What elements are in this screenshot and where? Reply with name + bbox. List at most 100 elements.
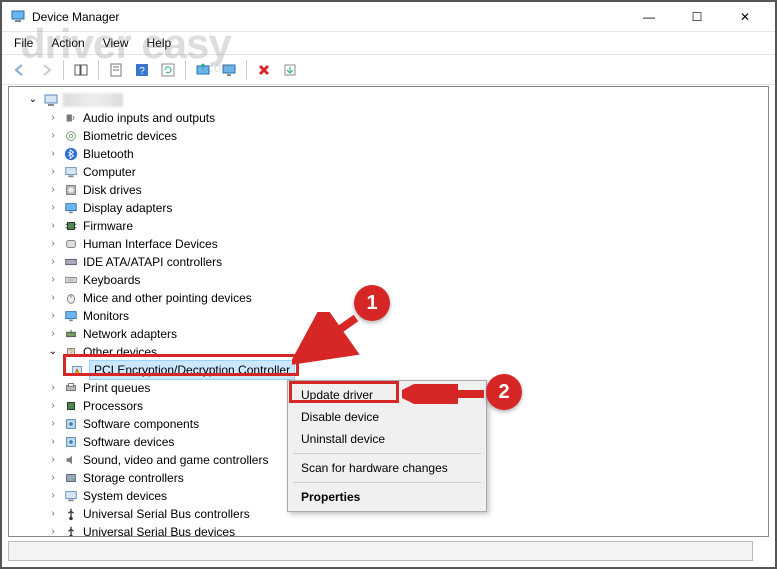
chevron-right-icon[interactable]: › xyxy=(47,454,59,466)
minimize-button[interactable]: — xyxy=(631,5,667,29)
tree-category-label: Storage controllers xyxy=(83,469,184,487)
menu-file[interactable]: File xyxy=(6,34,41,52)
tree-category[interactable]: ›Disk drives xyxy=(13,181,768,199)
context-menu-separator xyxy=(293,482,481,483)
other-icon: ? xyxy=(63,344,79,360)
computer-name-redacted xyxy=(63,93,123,107)
chevron-right-icon[interactable]: › xyxy=(47,418,59,430)
chevron-right-icon[interactable]: › xyxy=(47,328,59,340)
software-icon xyxy=(63,416,79,432)
tree-category[interactable]: › Mice and other pointing devices xyxy=(13,289,768,307)
chevron-right-icon[interactable]: › xyxy=(47,472,59,484)
tree-category[interactable]: ›IDE ATA/ATAPI controllers xyxy=(13,253,768,271)
tree-category-label: Print queues xyxy=(83,379,150,397)
mouse-icon xyxy=(63,290,79,306)
chevron-right-icon[interactable]: › xyxy=(47,436,59,448)
tree-category-label: Software components xyxy=(83,415,199,433)
chevron-right-icon[interactable]: › xyxy=(47,526,59,537)
tree-category-label: Other devices xyxy=(83,343,157,361)
title-bar: Device Manager — ☐ ✕ xyxy=(2,2,775,32)
forward-icon[interactable] xyxy=(34,59,58,81)
tree-category[interactable]: › Display adapters xyxy=(13,199,768,217)
svg-text:?: ? xyxy=(69,350,73,357)
chevron-right-icon[interactable]: › xyxy=(47,274,59,286)
tree-category[interactable]: › Firmware xyxy=(13,217,768,235)
computer-icon xyxy=(43,92,59,108)
processor-icon xyxy=(63,398,79,414)
chevron-right-icon[interactable]: › xyxy=(47,238,59,250)
tree-category-label: System devices xyxy=(83,487,167,505)
toolbar-separator xyxy=(63,60,64,80)
fingerprint-icon xyxy=(63,128,79,144)
chevron-right-icon[interactable]: › xyxy=(47,184,59,196)
tree-category-label: Firmware xyxy=(83,217,133,235)
tree-category-label: Biometric devices xyxy=(83,127,177,145)
tree-category-label: Sound, video and game controllers xyxy=(83,451,268,469)
uninstall-icon[interactable] xyxy=(252,59,276,81)
tree-category[interactable]: › Biometric devices xyxy=(13,127,768,145)
close-button[interactable]: ✕ xyxy=(727,5,763,29)
tree-category[interactable]: › Bluetooth xyxy=(13,145,768,163)
tree-root[interactable]: ⌄ xyxy=(13,91,768,109)
tree-category[interactable]: ⌄? Other devices xyxy=(13,343,768,361)
chevron-right-icon[interactable]: › xyxy=(47,130,59,142)
context-menu-item[interactable]: Disable device xyxy=(291,406,483,428)
toolbar-separator xyxy=(98,60,99,80)
tree-category-label: Computer xyxy=(83,163,136,181)
chevron-right-icon[interactable]: › xyxy=(47,148,59,160)
chevron-right-icon[interactable]: › xyxy=(47,508,59,520)
tree-category-label: Universal Serial Bus controllers xyxy=(83,505,250,523)
tree-category-label: Display adapters xyxy=(83,199,172,217)
refresh-icon[interactable] xyxy=(156,59,180,81)
menu-help[interactable]: Help xyxy=(139,34,180,52)
software-icon xyxy=(63,434,79,450)
chevron-right-icon[interactable]: › xyxy=(47,256,59,268)
help-icon[interactable]: ? xyxy=(130,59,154,81)
tree-category[interactable]: ›Network adapters xyxy=(13,325,768,343)
chevron-right-icon[interactable]: › xyxy=(47,166,59,178)
usb-icon xyxy=(63,524,79,537)
svg-text:!: ! xyxy=(76,370,77,376)
tree-device[interactable]: !PCI Encryption/Decryption Controller xyxy=(13,361,768,379)
monitor-icon[interactable] xyxy=(217,59,241,81)
chevron-right-icon[interactable]: › xyxy=(47,202,59,214)
tree-category-label: Processors xyxy=(83,397,143,415)
chevron-right-icon[interactable]: › xyxy=(47,292,59,304)
tree-category-label: Bluetooth xyxy=(83,145,134,163)
tree-category[interactable]: ›Monitors xyxy=(13,307,768,325)
tree-category[interactable]: › Computer xyxy=(13,163,768,181)
usb-icon xyxy=(63,506,79,522)
chevron-right-icon[interactable]: › xyxy=(47,400,59,412)
chevron-down-icon[interactable]: ⌄ xyxy=(47,346,59,358)
tree-category-label: Mice and other pointing devices xyxy=(83,289,252,307)
show-hide-console-icon[interactable] xyxy=(69,59,93,81)
context-menu-item[interactable]: Update driver xyxy=(291,384,483,406)
svg-text:?: ? xyxy=(139,66,145,77)
context-menu-item[interactable]: Scan for hardware changes xyxy=(291,457,483,479)
context-menu-item[interactable]: Properties xyxy=(291,486,483,508)
tree-category[interactable]: ›Human Interface Devices xyxy=(13,235,768,253)
maximize-button[interactable]: ☐ xyxy=(679,5,715,29)
tree-category[interactable]: ›Universal Serial Bus devices xyxy=(13,523,768,537)
chevron-right-icon[interactable]: › xyxy=(47,220,59,232)
warning-icon: ! xyxy=(69,362,85,378)
chevron-down-icon[interactable]: ⌄ xyxy=(27,94,39,106)
chevron-right-icon[interactable]: › xyxy=(47,112,59,124)
chevron-right-icon[interactable]: › xyxy=(47,310,59,322)
menu-action[interactable]: Action xyxy=(43,34,92,52)
chevron-right-icon[interactable]: › xyxy=(47,490,59,502)
back-icon[interactable] xyxy=(8,59,32,81)
properties-icon[interactable] xyxy=(104,59,128,81)
menu-view[interactable]: View xyxy=(95,34,137,52)
context-menu-separator xyxy=(293,453,481,454)
context-menu-item[interactable]: Uninstall device xyxy=(291,428,483,450)
computer-icon xyxy=(63,164,79,180)
scan-icon[interactable] xyxy=(278,59,302,81)
window-title: Device Manager xyxy=(32,10,119,24)
update-driver-icon[interactable] xyxy=(191,59,215,81)
chevron-right-icon[interactable]: › xyxy=(47,382,59,394)
audio-icon xyxy=(63,110,79,126)
tree-category[interactable]: ›Audio inputs and outputs xyxy=(13,109,768,127)
tree-category[interactable]: ›Keyboards xyxy=(13,271,768,289)
menu-bar: File Action View Help xyxy=(2,32,775,55)
